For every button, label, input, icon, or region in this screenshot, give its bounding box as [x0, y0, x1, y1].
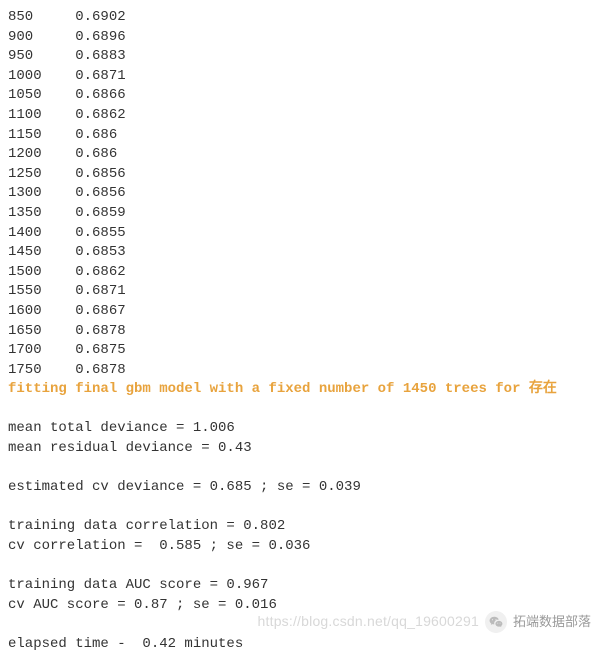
- elapsed-time: elapsed time - 0.42 minutes: [8, 635, 593, 655]
- iteration-row: 1050 0.6866: [8, 86, 593, 106]
- iteration-row: 1750 0.6878: [8, 361, 593, 381]
- iteration-row: 900 0.6896: [8, 28, 593, 48]
- iteration-row: 1000 0.6871: [8, 67, 593, 87]
- iteration-row: 1350 0.6859: [8, 204, 593, 224]
- iteration-row: 950 0.6883: [8, 47, 593, 67]
- training-correlation: training data correlation = 0.802: [8, 517, 593, 537]
- cv-deviance-block: estimated cv deviance = 0.685 ; se = 0.0…: [8, 478, 593, 498]
- fitting-final-line: fitting final gbm model with a fixed num…: [8, 380, 593, 400]
- iteration-row: 1400 0.6855: [8, 224, 593, 244]
- iteration-row: 1300 0.6856: [8, 184, 593, 204]
- iteration-row: 1650 0.6878: [8, 322, 593, 342]
- estimated-cv-deviance: estimated cv deviance = 0.685 ; se = 0.0…: [8, 478, 593, 498]
- iteration-list: 850 0.6902900 0.6896950 0.68831000 0.687…: [8, 8, 593, 380]
- iteration-row: 850 0.6902: [8, 8, 593, 28]
- iteration-row: 1500 0.6862: [8, 263, 593, 283]
- correlation-block: training data correlation = 0.802 cv cor…: [8, 517, 593, 556]
- iteration-row: 1200 0.686: [8, 145, 593, 165]
- mean-residual-deviance: mean residual deviance = 0.43: [8, 439, 593, 459]
- wechat-icon: [485, 611, 507, 633]
- iteration-row: 1700 0.6875: [8, 341, 593, 361]
- cv-correlation: cv correlation = 0.585 ; se = 0.036: [8, 537, 593, 557]
- watermark-url: https://blog.csdn.net/qq_19600291: [258, 612, 479, 632]
- deviance-block: mean total deviance = 1.006 mean residua…: [8, 419, 593, 458]
- iteration-row: 1450 0.6853: [8, 243, 593, 263]
- watermark: https://blog.csdn.net/qq_19600291 拓端数据部落: [258, 611, 591, 633]
- mean-total-deviance: mean total deviance = 1.006: [8, 419, 593, 439]
- auc-block: training data AUC score = 0.967 cv AUC s…: [8, 576, 593, 615]
- console-output: 850 0.6902900 0.6896950 0.68831000 0.687…: [8, 8, 593, 655]
- iteration-row: 1250 0.6856: [8, 165, 593, 185]
- iteration-row: 1100 0.6862: [8, 106, 593, 126]
- elapsed-block: elapsed time - 0.42 minutes: [8, 635, 593, 655]
- iteration-row: 1150 0.686: [8, 126, 593, 146]
- training-auc: training data AUC score = 0.967: [8, 576, 593, 596]
- watermark-label: 拓端数据部落: [513, 613, 591, 631]
- iteration-row: 1600 0.6867: [8, 302, 593, 322]
- iteration-row: 1550 0.6871: [8, 282, 593, 302]
